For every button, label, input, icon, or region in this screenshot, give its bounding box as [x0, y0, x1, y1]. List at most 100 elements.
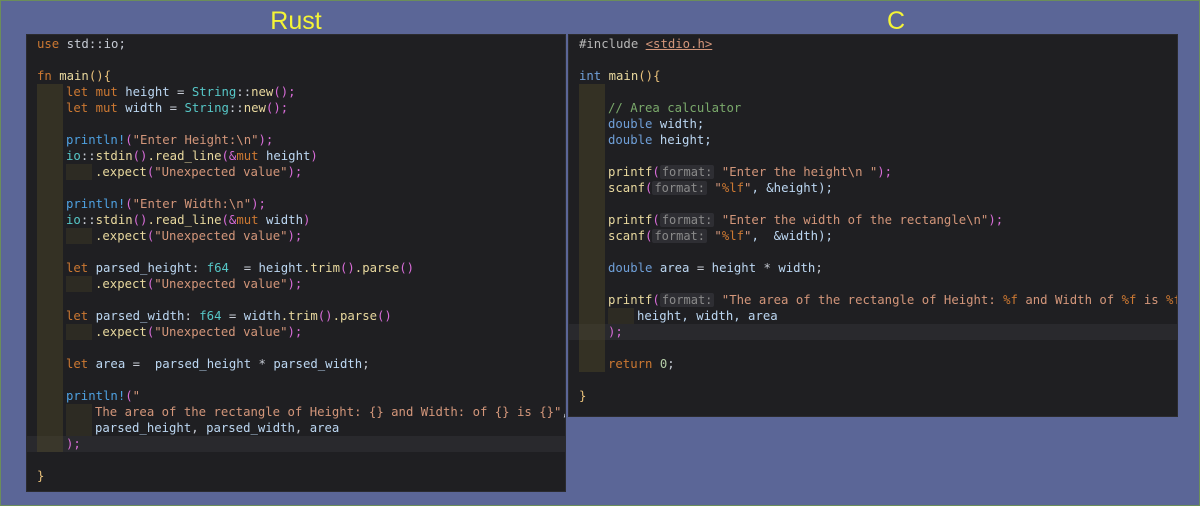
code-line: } [37, 468, 565, 484]
code-token: : [191, 261, 207, 275]
code-token: parsed_height [95, 421, 192, 435]
code-token: area [652, 261, 690, 275]
code-token: height; [652, 133, 712, 147]
code-line: println!("Enter Height:\n"); [37, 132, 565, 148]
code-line: printf(format: "The area of the rectangl… [579, 292, 1177, 308]
code-token: = [689, 261, 712, 275]
code-line [579, 196, 1177, 212]
code-token: new [251, 85, 274, 99]
code-token: : [184, 309, 200, 323]
code-token: :: [80, 213, 96, 227]
code-token: ); [287, 229, 303, 243]
code-token: area [309, 421, 340, 435]
code-token: width [258, 213, 303, 227]
code-token: ); [287, 325, 303, 339]
code-token: double [608, 261, 653, 275]
code-token: "Unexpected value" [154, 325, 288, 339]
code-token: "Unexpected value" [154, 229, 288, 243]
code-token: ) [302, 213, 311, 227]
code-token: ( [125, 389, 133, 403]
code-token: and Width of [1017, 293, 1122, 307]
code-token: return [608, 357, 653, 371]
code-token: width [243, 309, 281, 323]
code-token: = [162, 101, 185, 115]
code-token: ( [652, 165, 660, 179]
code-token: ; [362, 357, 370, 371]
code-token: , [561, 405, 565, 419]
code-line [37, 180, 565, 196]
code-line: ); [27, 436, 565, 452]
code-token: .parse [332, 309, 378, 323]
code-token: , &height); [751, 181, 833, 195]
code-token: io [66, 213, 81, 227]
code-token: " [707, 229, 722, 243]
c-panel-title: C [886, 7, 906, 35]
code-token: = [228, 261, 259, 275]
code-token: , &width); [751, 229, 833, 243]
code-line [37, 244, 565, 260]
code-token: ( [125, 197, 133, 211]
code-line: scanf(format: "%lf", &width); [579, 228, 1177, 244]
code-token: format: [652, 229, 708, 243]
code-token: ); [877, 165, 893, 179]
code-token: new [243, 101, 266, 115]
code-token: parsed_height [88, 261, 192, 275]
code-token: println! [66, 197, 126, 211]
code-token: // Area calculator [608, 101, 742, 115]
code-line [37, 372, 565, 388]
code-line: .expect("Unexpected value"); [37, 276, 565, 292]
code-line [579, 276, 1177, 292]
code-token: .trim [280, 309, 318, 323]
code-token: let [66, 357, 89, 371]
rust-code-editor[interactable]: use std::io; fn main(){ let mut height =… [26, 34, 566, 492]
code-token: f64 [206, 261, 229, 275]
code-token: main [51, 69, 89, 83]
code-token: printf [608, 293, 653, 307]
code-token: " [707, 181, 722, 195]
code-line: let mut height = String::new(); [37, 84, 565, 100]
code-token: .expect [95, 229, 147, 243]
code-line: printf(format: "Enter the height\n "); [579, 164, 1177, 180]
code-token: main [601, 69, 639, 83]
code-token: height, width, area [637, 309, 778, 323]
code-token: = [169, 85, 192, 99]
code-token: fn [37, 69, 52, 83]
code-token: , [191, 421, 207, 435]
code-line: printf(format: "Enter the width of the r… [579, 212, 1177, 228]
code-token: printf [608, 213, 653, 227]
code-token: %f [1003, 293, 1018, 307]
code-token: width [778, 261, 816, 275]
code-line: // Area calculator [579, 100, 1177, 116]
code-token: height [711, 261, 757, 275]
code-line: .expect("Unexpected value"); [37, 228, 565, 244]
code-token: () [377, 309, 392, 323]
code-token: .parse [354, 261, 400, 275]
code-token: parsed_width [206, 421, 295, 435]
code-token: , [294, 421, 310, 435]
code-line [37, 292, 565, 308]
code-token: ( [652, 293, 660, 307]
code-line: double height; [579, 132, 1177, 148]
code-token: ( [125, 133, 133, 147]
code-token: format: [659, 165, 715, 179]
code-line: double width; [579, 116, 1177, 132]
code-token: = [221, 309, 244, 323]
code-token: is [1136, 293, 1167, 307]
code-line: let mut width = String::new(); [37, 100, 565, 116]
code-token: (); [265, 101, 289, 115]
code-token: std::io; [59, 37, 126, 51]
code-token: height [258, 149, 311, 163]
code-token: "Enter the width of the rectangle\n" [714, 213, 989, 227]
code-token: } [37, 469, 45, 483]
code-token: .expect [95, 325, 147, 339]
code-line: The area of the rectangle of Height: {} … [37, 404, 565, 420]
c-code-editor[interactable]: #include <stdio.h> int main(){ // Area c… [568, 34, 1178, 417]
code-token: printf [608, 165, 653, 179]
code-token: println! [66, 389, 126, 403]
code-token: String [184, 101, 229, 115]
code-token: * [756, 261, 779, 275]
code-token: ); [287, 277, 303, 291]
code-line: println!(" [37, 388, 565, 404]
